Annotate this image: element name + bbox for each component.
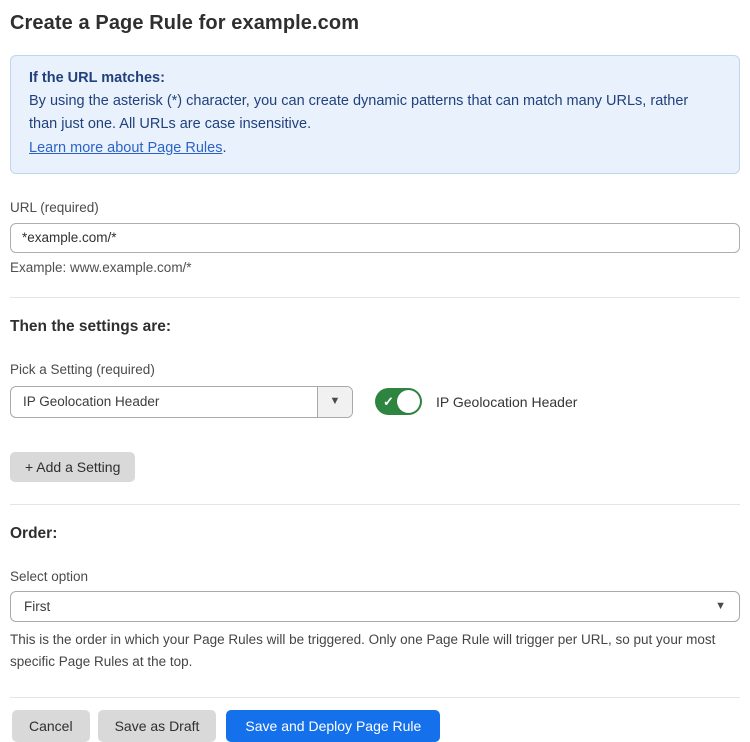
cancel-button[interactable]: Cancel <box>12 710 90 742</box>
toggle-knob <box>397 390 420 413</box>
save-as-draft-button[interactable]: Save as Draft <box>98 710 217 742</box>
settings-section-heading: Then the settings are: <box>10 318 740 336</box>
info-link-line: Learn more about Page Rules. <box>29 137 721 160</box>
order-section-heading: Order: <box>10 525 740 543</box>
url-field-label: URL (required) <box>10 200 740 215</box>
pick-setting-label: Pick a Setting (required) <box>10 362 740 377</box>
chevron-down-icon: ▼ <box>330 396 341 407</box>
save-and-deploy-button[interactable]: Save and Deploy Page Rule <box>226 710 440 742</box>
page-title: Create a Page Rule for example.com <box>10 12 740 35</box>
learn-more-link[interactable]: Learn more about Page Rules <box>29 140 222 156</box>
order-select[interactable]: First ▼ <box>10 591 740 622</box>
setting-toggle-group: ✓ IP Geolocation Header <box>375 388 577 415</box>
url-match-info-box: If the URL matches: By using the asteris… <box>10 55 740 174</box>
check-icon: ✓ <box>383 394 394 410</box>
toggle-label: IP Geolocation Header <box>436 394 577 410</box>
url-input[interactable] <box>10 223 740 253</box>
chevron-down-icon: ▼ <box>715 601 726 612</box>
order-select-value: First <box>24 599 50 614</box>
divider <box>10 504 740 505</box>
add-setting-button[interactable]: + Add a Setting <box>10 452 135 482</box>
info-box-heading: If the URL matches: <box>29 67 721 90</box>
page-rule-form: Create a Page Rule for example.com If th… <box>10 12 740 742</box>
divider <box>10 697 740 698</box>
url-example-hint: Example: www.example.com/* <box>10 260 740 275</box>
order-select-label: Select option <box>10 569 740 584</box>
divider <box>10 297 740 298</box>
setting-select-value: IP Geolocation Header <box>11 387 317 417</box>
setting-select[interactable]: IP Geolocation Header ▼ <box>10 386 353 418</box>
link-period: . <box>222 140 226 156</box>
footer-actions: Cancel Save as Draft Save and Deploy Pag… <box>10 710 740 742</box>
ip-geolocation-toggle[interactable]: ✓ <box>375 388 422 415</box>
info-box-body: By using the asterisk (*) character, you… <box>29 90 709 136</box>
setting-row: IP Geolocation Header ▼ ✓ IP Geolocation… <box>10 386 740 418</box>
setting-select-arrow-button[interactable]: ▼ <box>317 387 352 417</box>
order-help-text: This is the order in which your Page Rul… <box>10 629 736 674</box>
